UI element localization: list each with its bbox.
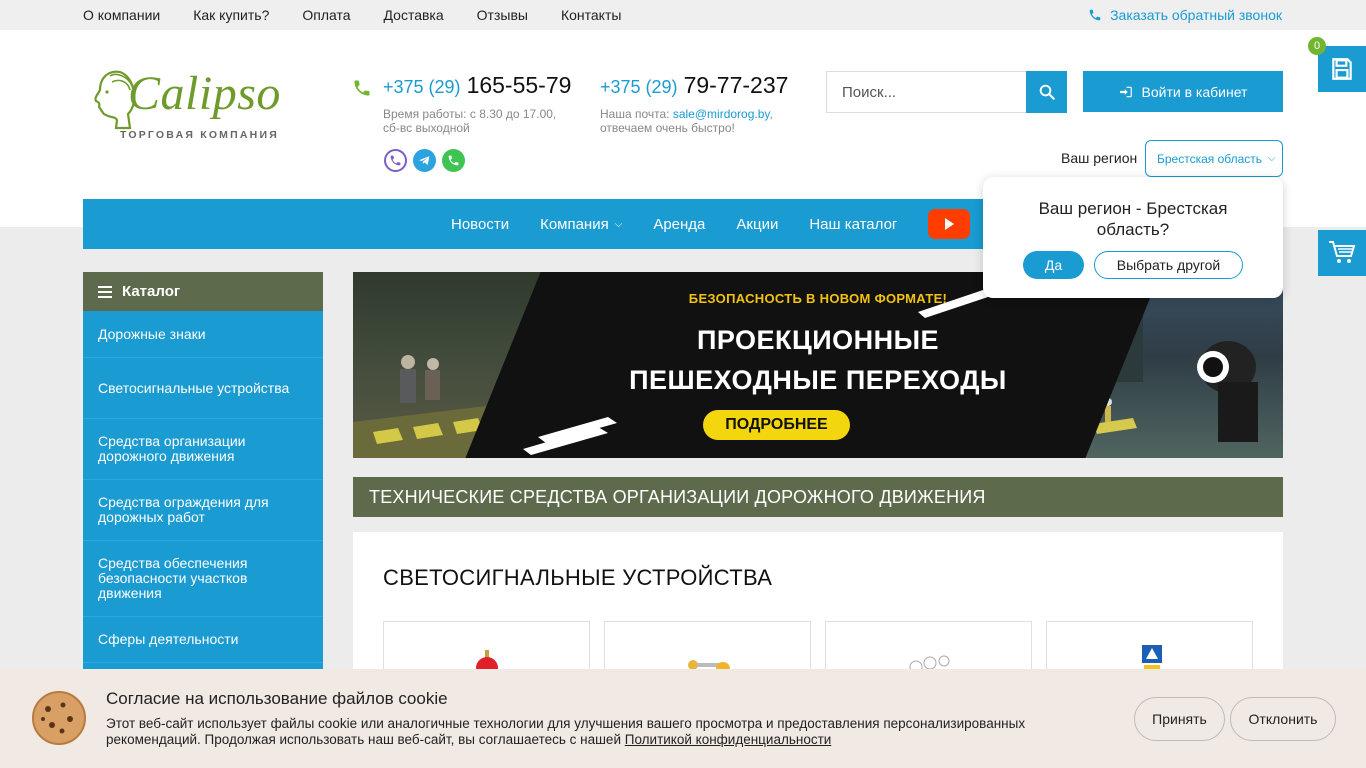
banner-title: ПРОЕКЦИОННЫЕ ПЕШЕХОДНЫЕ ПЕРЕХОДЫ xyxy=(353,320,1283,400)
phone-green-icon xyxy=(354,80,370,96)
phone-icon xyxy=(1089,9,1101,21)
top-nav-how-to-buy[interactable]: Как купить? xyxy=(193,7,269,23)
search-button[interactable] xyxy=(1026,71,1067,113)
cart-icon xyxy=(1329,241,1356,263)
whatsapp-icon[interactable] xyxy=(442,149,465,172)
region-popup-question: Ваш регион - Брестская область? xyxy=(1038,199,1228,239)
work-hours-line2: сб-вс выходной xyxy=(383,121,470,135)
youtube-icon[interactable] xyxy=(928,209,971,239)
email-link[interactable]: sale@mirdorog.by xyxy=(673,107,770,121)
nav-company[interactable]: Компания ⌵ xyxy=(540,216,622,233)
catalog-item-label: Средства организации дорожного движения xyxy=(98,433,246,464)
catalog-item-light-signal[interactable]: Светосигнальные устройства xyxy=(83,358,323,419)
top-nav-delivery[interactable]: Доставка xyxy=(384,7,444,23)
phone-2-number: 79-77-237 xyxy=(683,72,789,98)
telegram-icon[interactable] xyxy=(413,149,436,172)
search-icon xyxy=(1039,84,1055,100)
email-note: Наша почта: sale@mirdorog.by, отвечаем о… xyxy=(600,107,788,135)
nav-promo[interactable]: Акции xyxy=(736,216,778,233)
messengers xyxy=(384,149,465,172)
catalog-header[interactable]: Каталог xyxy=(83,272,323,311)
catalog-item-traffic-organization[interactable]: Средства организации дорожного движения xyxy=(83,419,323,480)
region-popup: Ваш регион - Брестская область? Да Выбра… xyxy=(983,177,1283,298)
nav-catalog[interactable]: Наш каталог xyxy=(809,216,897,233)
top-nav: О компании Как купить? Оплата Доставка О… xyxy=(83,0,654,30)
catalog-item-safety-means[interactable]: Средства обеспечения безопасности участк… xyxy=(83,541,323,617)
catalog-item-label: Средства обеспечения безопасности участк… xyxy=(98,555,248,601)
region-label: Ваш регион xyxy=(1061,150,1138,166)
search-box xyxy=(826,71,1067,113)
region-other-button[interactable]: Выбрать другой xyxy=(1094,251,1243,279)
catalog-item-label: Сферы деятельности xyxy=(98,631,239,647)
catalog-title: Каталог xyxy=(122,283,181,300)
viber-icon[interactable] xyxy=(384,149,407,172)
phone-1[interactable]: +375 (29) 165-55-79 xyxy=(383,72,571,99)
save-icon xyxy=(1332,58,1352,80)
region-select[interactable]: Брестская область ⌵ xyxy=(1145,140,1283,177)
phone-1-number: 165-55-79 xyxy=(466,72,572,98)
nav-news-label: Новости xyxy=(451,215,510,233)
cookie-banner: Согласие на использование файлов cookie … xyxy=(0,669,1366,768)
compare-float-button[interactable] xyxy=(1318,46,1366,92)
login-button[interactable]: Войти в кабинет xyxy=(1083,71,1283,112)
email-prefix: Наша почта: xyxy=(600,107,673,121)
catalog-item-label: Светосигнальные устройства xyxy=(98,379,290,396)
catalog-item-roadwork-barriers[interactable]: Средства ограждения для дорожных работ xyxy=(83,480,323,541)
chevron-down-icon: ⌵ xyxy=(614,218,623,230)
login-icon xyxy=(1119,86,1132,97)
email-suffix: , xyxy=(769,107,773,121)
region-selected: Брестская область xyxy=(1157,151,1263,166)
phone-block-2: +375 (29) 79-77-237 Наша почта: sale@mir… xyxy=(600,72,788,135)
search-input[interactable] xyxy=(827,72,1027,112)
work-hours: Время работы: с 8.30 до 17.00, сб-вс вых… xyxy=(383,107,571,135)
nav-news[interactable]: Новости xyxy=(451,216,509,233)
catalog-sidebar: Каталог Дорожные знаки Светосигнальные у… xyxy=(83,272,323,683)
nav-company-label: Компания xyxy=(540,215,609,233)
cookie-accept-button[interactable]: Принять xyxy=(1134,697,1225,741)
logo[interactable]: Calipso ТОРГОВАЯ КОМПАНИЯ xyxy=(90,66,290,146)
nav-rent-label: Аренда xyxy=(653,215,706,233)
cookie-icon xyxy=(32,691,86,745)
catalog-item-label: Дорожные знаки xyxy=(98,325,206,342)
top-nav-reviews[interactable]: Отзывы xyxy=(477,7,528,23)
catalog-item-road-signs[interactable]: Дорожные знаки xyxy=(83,311,323,358)
nav-promo-label: Акции xyxy=(736,215,779,233)
phone-2-code: +375 (29) xyxy=(600,77,678,97)
privacy-policy-link[interactable]: Политикой конфиденциальности xyxy=(625,732,832,747)
phone-block-1: +375 (29) 165-55-79 Время работы: с 8.30… xyxy=(383,72,571,135)
email-note-line2: отвечаем очень быстро! xyxy=(600,121,735,135)
promo-banner[interactable]: БЕЗОПАСНОСТЬ В НОВОМ ФОРМАТЕ! ПРОЕКЦИОНН… xyxy=(353,272,1283,458)
nav-rent[interactable]: Аренда xyxy=(653,216,705,233)
banner-more-button[interactable]: ПОДРОБНЕЕ xyxy=(703,410,850,440)
chevron-down-icon: ⌵ xyxy=(1268,153,1276,164)
cookie-text-body: Этот веб-сайт использует файлы cookie ил… xyxy=(106,716,1026,747)
nav-catalog-label: Наш каталог xyxy=(809,215,898,233)
catalog-item-label: Средства ограждения для дорожных работ xyxy=(98,494,269,525)
section-title-bar: ТЕХНИЧЕСКИЕ СРЕДСТВА ОРГАНИЗАЦИИ ДОРОЖНО… xyxy=(353,477,1283,517)
region-yes-button[interactable]: Да xyxy=(1023,251,1084,279)
catalog-item-activities[interactable]: Сферы деятельности xyxy=(83,617,323,663)
logo-text: Calipso xyxy=(128,67,281,120)
login-label: Войти в кабинет xyxy=(1141,83,1248,100)
work-hours-line1: Время работы: с 8.30 до 17.00, xyxy=(383,107,557,121)
cart-count-badge: 0 xyxy=(1308,37,1326,55)
banner-title-line2: ПЕШЕХОДНЫЕ ПЕРЕХОДЫ xyxy=(629,365,1007,395)
cart-float-button[interactable] xyxy=(1318,230,1366,276)
content-subtitle: СВЕТОСИГНАЛЬНЫЕ УСТРОЙСТВА xyxy=(383,565,773,590)
top-nav-contacts[interactable]: Контакты xyxy=(561,7,621,23)
phone-2[interactable]: +375 (29) 79-77-237 xyxy=(600,72,788,99)
callback-link[interactable]: Заказать обратный звонок xyxy=(1088,0,1282,30)
top-nav-payment[interactable]: Оплата xyxy=(302,7,350,23)
top-nav-about[interactable]: О компании xyxy=(83,7,160,23)
callback-label: Заказать обратный звонок xyxy=(1110,7,1282,23)
banner-title-line1: ПРОЕКЦИОННЫЕ xyxy=(696,325,940,355)
cookie-decline-button[interactable]: Отклонить xyxy=(1230,697,1336,741)
logo-subtitle: ТОРГОВАЯ КОМПАНИЯ xyxy=(120,129,279,141)
cookie-title: Согласие на использование файлов cookie xyxy=(106,689,448,708)
banner-stripes xyxy=(523,417,617,455)
top-bar: О компании Как купить? Оплата Доставка О… xyxy=(0,0,1366,30)
menu-icon xyxy=(98,283,112,301)
cookie-text: Этот веб-сайт использует файлы cookie ил… xyxy=(106,716,1096,748)
phone-1-code: +375 (29) xyxy=(383,77,461,97)
